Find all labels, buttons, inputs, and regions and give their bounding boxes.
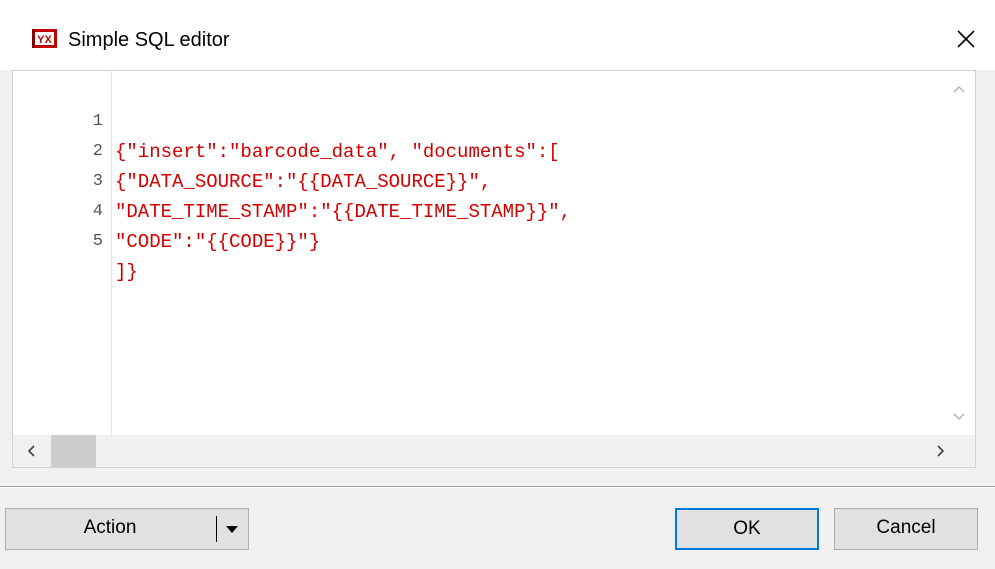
action-button[interactable]: Action: [6, 509, 214, 549]
sql-editor-dialog: YX Simple SQL editor 1 {"insert":"barcod…: [0, 0, 995, 569]
code-line: 5 ]}: [13, 197, 943, 283]
action-split-button[interactable]: Action: [5, 508, 249, 550]
code-line: 4 "CODE":"{{CODE}}"}: [13, 167, 943, 253]
window-title: Simple SQL editor: [68, 29, 230, 51]
app-logo-icon: YX: [32, 29, 57, 48]
cancel-button[interactable]: Cancel: [834, 508, 978, 550]
code-line: 1 {"insert":"barcode_data", "documents":…: [13, 77, 943, 163]
footer-divider: [0, 486, 995, 488]
code-line: 2 {"DATA_SOURCE":"{{DATA_SOURCE}}",: [13, 107, 943, 193]
line-number: 5: [92, 232, 103, 251]
horizontal-scrollbar[interactable]: [13, 435, 975, 467]
chevron-up-icon[interactable]: [951, 81, 967, 97]
line-text: "CODE":"{{CODE}}"}: [115, 231, 321, 253]
title-bar: YX Simple SQL editor: [0, 0, 995, 70]
horizontal-scroll-thumb[interactable]: [51, 435, 96, 467]
close-icon[interactable]: [946, 22, 986, 58]
split-divider: [216, 516, 217, 542]
ok-button[interactable]: OK: [675, 508, 819, 550]
svg-text:YX: YX: [37, 34, 52, 46]
chevron-left-icon[interactable]: [23, 443, 39, 459]
line-text: ]}: [115, 261, 138, 283]
dropdown-arrow-icon[interactable]: [219, 509, 245, 549]
chevron-down-icon[interactable]: [951, 409, 967, 425]
chevron-right-icon[interactable]: [933, 443, 949, 459]
code-line: 3 "DATE_TIME_STAMP":"{{DATE_TIME_STAMP}}…: [13, 137, 943, 223]
code-text-area[interactable]: 1 {"insert":"barcode_data", "documents":…: [13, 77, 943, 433]
vertical-scrollbar[interactable]: [944, 71, 975, 435]
code-editor[interactable]: 1 {"insert":"barcode_data", "documents":…: [12, 70, 976, 468]
